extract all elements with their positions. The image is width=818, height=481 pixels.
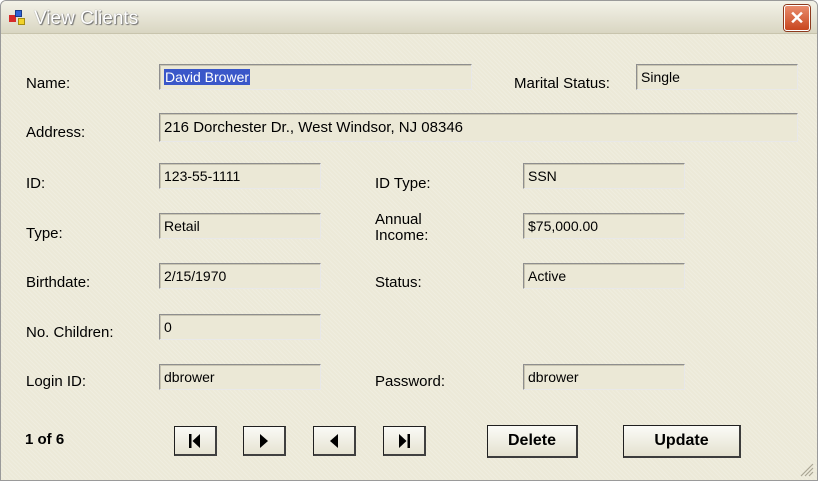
app-window-icon [9, 10, 27, 26]
address-field[interactable]: 216 Dorchester Dr., West Windsor, NJ 083… [159, 113, 798, 142]
first-record-icon [189, 433, 200, 448]
address-label: Address: [26, 124, 86, 141]
no-children-label: No. Children: [26, 324, 114, 341]
delete-button[interactable]: Delete [487, 425, 578, 458]
previous-record-icon [330, 433, 338, 448]
status-field[interactable]: Active [523, 263, 685, 289]
id-field[interactable]: 123-55-1111 [159, 163, 321, 189]
close-icon: ✕ [789, 8, 805, 28]
name-field[interactable]: David Brower [159, 64, 472, 90]
type-label: Type: [26, 225, 63, 242]
window-title: View Clients [34, 8, 139, 29]
password-label: Password: [375, 373, 446, 390]
no-children-field[interactable]: 0 [159, 314, 321, 340]
name-value: David Brower [164, 69, 251, 85]
first-record-button[interactable] [174, 426, 217, 456]
view-clients-window: View Clients ✕ Name: David Brower Marita… [0, 0, 818, 481]
annual-income-label: Annual Income: [375, 211, 429, 244]
birthdate-label: Birthdate: [26, 274, 91, 291]
title-bar[interactable]: View Clients ✕ [1, 1, 817, 34]
last-record-button[interactable] [383, 426, 426, 456]
id-type-field[interactable]: SSN [523, 163, 685, 189]
login-id-field[interactable]: dbrower [159, 364, 321, 390]
id-label: ID: [26, 175, 46, 192]
password-field[interactable]: dbrower [523, 364, 685, 390]
client-form: Name: David Brower Marital Status: Singl… [1, 34, 817, 480]
previous-record-button[interactable] [313, 426, 356, 456]
name-label: Name: [26, 75, 71, 92]
birthdate-field[interactable]: 2/15/1970 [159, 263, 321, 289]
id-type-label: ID Type: [375, 175, 431, 192]
last-record-icon [399, 433, 410, 448]
resize-grip-icon[interactable] [798, 461, 814, 477]
annual-income-field[interactable]: $75,000.00 [523, 213, 685, 239]
next-record-button[interactable] [243, 426, 286, 456]
update-button[interactable]: Update [623, 425, 741, 458]
marital-status-field[interactable]: Single [636, 64, 798, 90]
record-counter: 1 of 6 [25, 431, 65, 448]
marital-status-label: Marital Status: [514, 75, 610, 92]
close-button[interactable]: ✕ [784, 5, 810, 31]
type-field[interactable]: Retail [159, 213, 321, 239]
status-label: Status: [375, 274, 422, 291]
login-id-label: Login ID: [26, 373, 87, 390]
next-record-icon [260, 433, 268, 448]
